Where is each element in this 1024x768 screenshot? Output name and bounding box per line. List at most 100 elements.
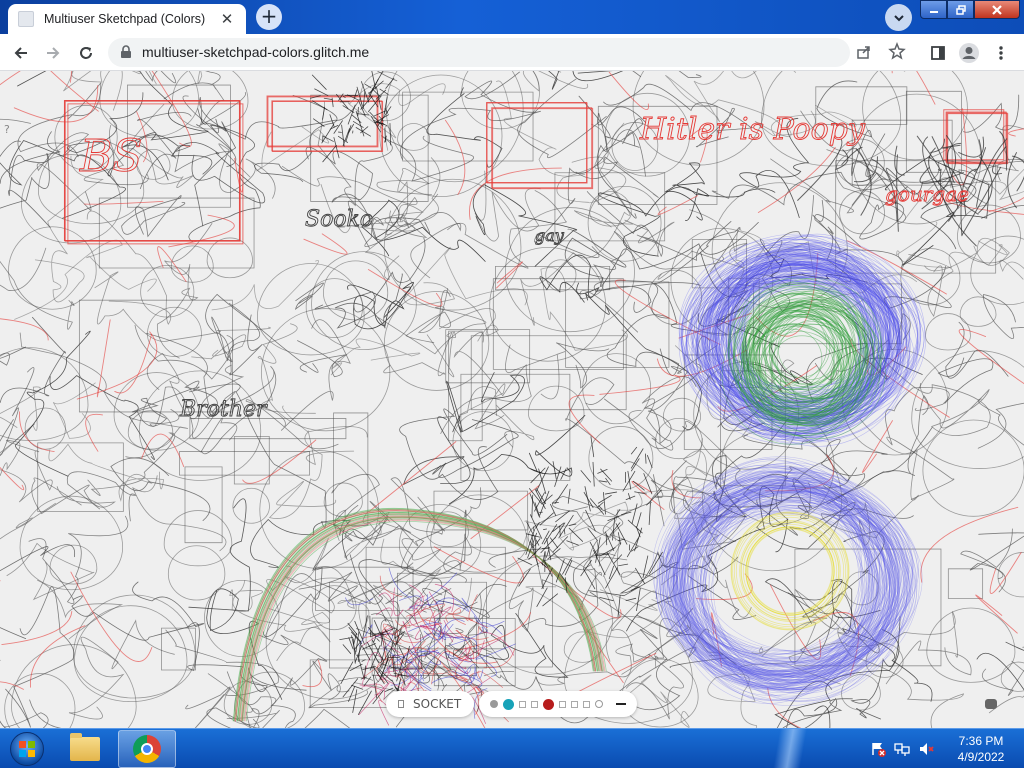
socket-indicator-icon: [398, 700, 404, 708]
scribble-stroke: [969, 532, 1024, 593]
address-bar[interactable]: multiuser-sketchpad-colors.glitch.me: [108, 38, 906, 67]
taskbar-explorer[interactable]: [56, 730, 114, 768]
scribble-stroke: [1, 611, 73, 646]
scribble-stroke: [636, 588, 641, 612]
scribble-stroke: [761, 328, 823, 390]
color-swatch-gray[interactable]: [490, 700, 498, 708]
scribble-stroke: [999, 259, 1024, 280]
menu-button[interactable]: [988, 40, 1014, 66]
scribble-stroke: [505, 344, 566, 400]
scribble-stroke: [539, 512, 554, 526]
color-swatch-white-1[interactable]: [519, 700, 526, 708]
share-icon[interactable]: [856, 44, 872, 60]
volume-muted-icon[interactable]: [918, 741, 934, 757]
scribble-stroke: [489, 246, 607, 362]
scribble-stroke: [233, 435, 270, 485]
restore-button[interactable]: [947, 0, 974, 19]
scribble-stroke: [340, 661, 354, 685]
scribble-stroke: [362, 615, 368, 640]
tab-search-button[interactable]: [885, 4, 912, 31]
scribble-stroke: [731, 71, 906, 79]
scribble-stroke: [328, 581, 487, 669]
profile-button[interactable]: [956, 40, 982, 66]
scribble-stroke: [645, 453, 647, 464]
scribble-stroke: [943, 109, 1005, 161]
scribble-stroke: [297, 340, 347, 378]
brush-size-icon[interactable]: [616, 703, 626, 705]
system-tray: [870, 729, 934, 768]
arrow-left-icon: [14, 47, 27, 59]
color-swatch-white-4[interactable]: [571, 700, 578, 708]
taskbar-chrome[interactable]: [118, 730, 176, 768]
scribble-stroke: [523, 71, 589, 92]
scribble-stroke: [496, 261, 523, 289]
taskbar-clock[interactable]: 7:36 PM 4/9/2022: [945, 733, 1017, 765]
scribble-stroke: [383, 178, 522, 311]
scribble-stroke: [604, 376, 697, 451]
sketch-canvas[interactable]: Sooko Hitler is Poopy gourgae Brother gay BS …: [0, 71, 1024, 728]
scribble-text: BS: [79, 131, 142, 182]
close-icon: [992, 4, 1002, 15]
back-button[interactable]: [8, 40, 34, 66]
scribble-stroke: [625, 597, 637, 601]
scribble-stroke: [311, 251, 417, 351]
scribble-stroke: [543, 524, 558, 545]
scribble-stroke: [96, 319, 111, 398]
socket-status[interactable]: SOCKET: [386, 691, 474, 717]
scribble-stroke: [839, 190, 885, 235]
reload-button[interactable]: [73, 40, 99, 66]
color-swatch-red[interactable]: [543, 698, 554, 710]
action-center-flag-icon[interactable]: [870, 741, 886, 757]
scribble-stroke: [14, 239, 157, 320]
side-panel-button[interactable]: [925, 40, 951, 66]
bookmark-star-icon[interactable]: [888, 42, 906, 60]
scribble-stroke: [352, 121, 364, 128]
scribble-stroke: [615, 523, 628, 545]
scribble-stroke: [127, 410, 174, 450]
scribble-stroke: [627, 519, 643, 534]
tab-close-icon[interactable]: ✕: [218, 10, 236, 28]
color-swatch-white-2[interactable]: [531, 700, 538, 708]
close-window-button[interactable]: [974, 0, 1020, 19]
scribble-stroke: [361, 199, 486, 262]
new-tab-button[interactable]: +: [256, 4, 282, 30]
scribble-stroke: [605, 567, 618, 589]
help-icon[interactable]: ?: [4, 123, 10, 136]
lock-icon[interactable]: [120, 45, 132, 59]
browser-tab[interactable]: Multiuser Sketchpad (Colors) ✕: [8, 4, 246, 34]
scribble-stroke: [745, 526, 835, 616]
scribble-stroke: [0, 544, 75, 639]
scribble-stroke: [545, 259, 577, 292]
minimize-button[interactable]: [920, 0, 947, 19]
scribble-stroke: [68, 619, 175, 720]
scribble-stroke: [960, 528, 1013, 580]
chat-icon[interactable]: [985, 699, 997, 709]
scribble-stroke: [242, 439, 317, 484]
scribble-stroke: [452, 411, 514, 472]
scribble-stroke: [1000, 661, 1024, 692]
scribble-stroke: [0, 318, 49, 341]
forward-button[interactable]: [40, 40, 66, 66]
scribble-stroke: [559, 525, 561, 537]
scribble-stroke: [147, 306, 202, 357]
scribble-stroke: [308, 684, 369, 709]
color-swatch-white-5[interactable]: [583, 700, 590, 708]
scribble-stroke: [469, 167, 562, 220]
color-swatch-teal[interactable]: [503, 698, 514, 710]
scribble-stroke: [322, 106, 325, 120]
drawing-surface[interactable]: Sooko Hitler is Poopy gourgae Brother gay BS: [0, 71, 1024, 728]
network-icon[interactable]: [894, 741, 910, 757]
color-swatch-white-3[interactable]: [559, 700, 566, 708]
scribble-stroke: [536, 488, 546, 505]
scribble-stroke: [655, 418, 703, 460]
scribble-stroke: [83, 200, 164, 205]
scribble-stroke: [643, 473, 653, 495]
color-swatch-eraser[interactable]: [595, 700, 603, 708]
page-favicon-icon: [18, 11, 34, 27]
scribble-stroke: [70, 571, 153, 662]
scribble-stroke: [390, 642, 393, 658]
start-button[interactable]: [4, 729, 50, 768]
scribble-stroke: [19, 495, 124, 591]
scribble-stroke: [541, 567, 553, 590]
scribble-stroke: [0, 367, 35, 457]
